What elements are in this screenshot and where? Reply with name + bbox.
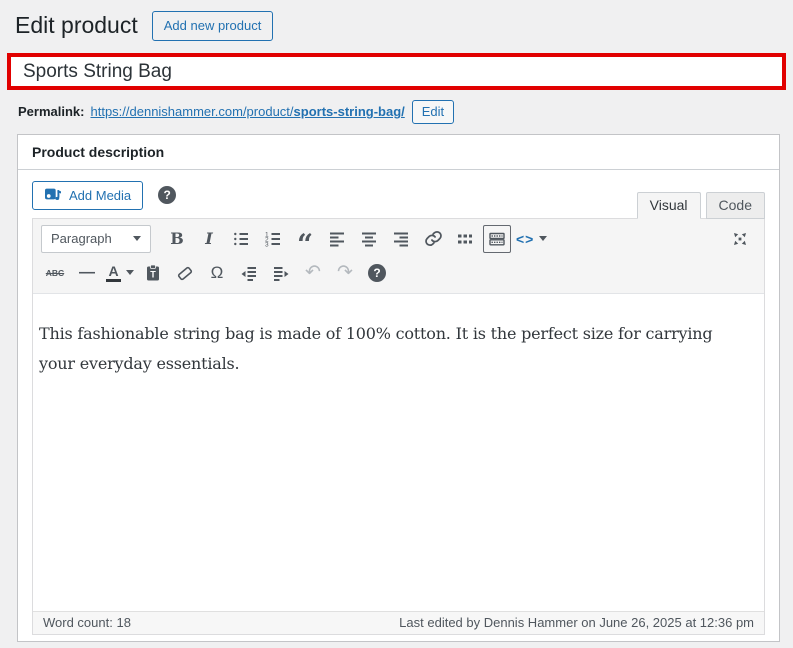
- strikethrough-icon: ABC: [45, 267, 65, 278]
- tab-visual[interactable]: Visual: [636, 191, 701, 219]
- product-title-input[interactable]: [11, 57, 782, 87]
- special-character-button[interactable]: Ω: [203, 259, 231, 287]
- tab-code[interactable]: Code: [705, 191, 765, 219]
- page-title: Edit product: [15, 12, 138, 39]
- read-more-icon: [458, 234, 472, 244]
- fullscreen-icon: [734, 232, 746, 245]
- add-media-button[interactable]: Add Media: [32, 180, 144, 210]
- align-center-icon: [362, 232, 376, 247]
- add-new-product-button[interactable]: Add new product: [151, 11, 274, 42]
- bold-button[interactable]: B: [163, 225, 191, 253]
- media-icon: [44, 186, 62, 205]
- editor-toolbar: Paragraph B I 1 2 3 “ <> ABC — A T Ω ↶ ↷…: [33, 218, 764, 294]
- editor-help-icon[interactable]: ?: [158, 186, 177, 205]
- permalink-url-base: https://dennishammer.com/product/: [90, 104, 294, 120]
- product-description-panel: Product description Add Media ? Visual C…: [17, 133, 780, 642]
- toolbar-toggle-button[interactable]: [483, 224, 511, 253]
- shortcode-button[interactable]: <>: [515, 225, 548, 253]
- numbered-list-button[interactable]: 1 2 3: [259, 225, 287, 253]
- editor-status-bar: Word count: 18 Last edited by Dennis Ham…: [33, 610, 764, 634]
- page-header: Edit product Add new product: [0, 0, 793, 42]
- indent-button[interactable]: [267, 259, 295, 287]
- editor-tabs: Visual Code: [636, 191, 765, 219]
- chevron-down-icon: [126, 270, 134, 276]
- word-count: Word count: 18: [43, 615, 131, 630]
- clear-formatting-button[interactable]: [171, 259, 199, 287]
- undo-icon: ↶: [305, 262, 321, 284]
- italic-button[interactable]: I: [195, 225, 223, 253]
- product-description-text: This fashionable string bag is made of 1…: [39, 323, 713, 373]
- strikethrough-button[interactable]: ABC: [41, 259, 69, 287]
- read-more-tag-button[interactable]: [451, 225, 479, 253]
- word-count-label: Word count:: [43, 614, 113, 630]
- align-left-icon: [330, 232, 344, 247]
- bullet-list-icon: [234, 232, 248, 245]
- keyboard-icon: [489, 232, 505, 246]
- eraser-icon: [177, 266, 193, 280]
- paste-as-text-button[interactable]: T: [139, 259, 167, 287]
- outdent-icon: [241, 266, 256, 281]
- horizontal-rule-button[interactable]: —: [73, 259, 101, 287]
- paste-text-icon: T: [147, 264, 159, 281]
- chevron-down-icon: [133, 236, 141, 242]
- help-icon: ?: [368, 263, 386, 282]
- indent-icon: [274, 266, 289, 281]
- toolbar-row-1: Paragraph B I 1 2 3 “ <>: [37, 222, 760, 261]
- paragraph-select-value: Paragraph: [51, 231, 112, 247]
- last-edited-text: Last edited by Dennis Hammer on June 26,…: [399, 614, 754, 630]
- svg-text:T: T: [150, 269, 156, 279]
- text-color-button[interactable]: A: [105, 259, 135, 287]
- horizontal-rule-icon: —: [79, 263, 95, 281]
- editor-tools: Add Media ? Visual Code: [18, 170, 779, 219]
- blockquote-icon: “: [296, 227, 314, 261]
- align-right-button[interactable]: [387, 225, 415, 253]
- highlight-box: [7, 53, 786, 91]
- permalink-url-slug: sports-string-bag/: [293, 104, 405, 120]
- italic-icon: I: [205, 229, 213, 249]
- paragraph-format-select[interactable]: Paragraph: [41, 224, 151, 253]
- add-media-label: Add Media: [69, 187, 132, 203]
- permalink-edit-button[interactable]: Edit: [411, 100, 455, 124]
- svg-text:3: 3: [265, 241, 269, 248]
- word-count-value: 18: [116, 614, 131, 630]
- keyboard-shortcuts-help-button[interactable]: ?: [363, 259, 391, 287]
- fullscreen-button[interactable]: [726, 225, 754, 253]
- bold-icon: B: [170, 229, 184, 249]
- editor-container: Paragraph B I 1 2 3 “ <> ABC — A T Ω ↶ ↷…: [32, 217, 765, 635]
- align-center-button[interactable]: [355, 225, 383, 253]
- blockquote-button[interactable]: “: [291, 225, 319, 261]
- editor-content-area[interactable]: This fashionable string bag is made of 1…: [33, 293, 764, 611]
- permalink-link[interactable]: https://dennishammer.com/product/sports-…: [90, 104, 404, 119]
- bullet-list-button[interactable]: [227, 225, 255, 253]
- chevron-down-icon: [539, 236, 548, 242]
- redo-icon: ↷: [337, 262, 353, 284]
- code-brackets-icon: <>: [516, 230, 535, 247]
- link-icon: [424, 231, 442, 247]
- numbered-list-icon: 1 2 3: [265, 231, 280, 248]
- outdent-button[interactable]: [235, 259, 263, 287]
- align-left-button[interactable]: [323, 225, 351, 253]
- permalink: Permalink: https://dennishammer.com/prod…: [18, 100, 793, 124]
- panel-title: Product description: [18, 135, 779, 170]
- toolbar-row-2: ABC — A T Ω ↶ ↷ ?: [37, 256, 760, 290]
- omega-icon: Ω: [210, 262, 224, 282]
- align-right-icon: [394, 232, 408, 247]
- undo-button[interactable]: ↶: [299, 259, 327, 287]
- insert-link-button[interactable]: [419, 225, 447, 253]
- redo-button[interactable]: ↷: [331, 259, 359, 287]
- permalink-label: Permalink:: [18, 104, 85, 120]
- text-color-icon: A: [106, 264, 121, 282]
